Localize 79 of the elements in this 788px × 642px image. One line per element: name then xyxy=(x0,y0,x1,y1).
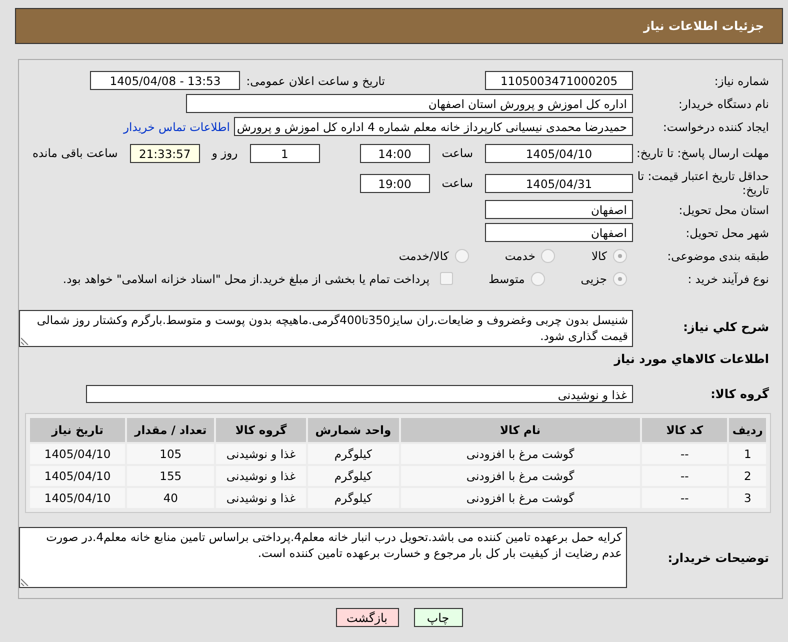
time-label: ساعت xyxy=(442,146,473,160)
table-cell: 1 xyxy=(729,444,766,464)
page-title: جزئیات اطلاعات نیاز xyxy=(643,19,764,33)
province-field: اصفهان xyxy=(485,200,633,219)
table-cell: کیلوگرم xyxy=(308,466,399,486)
deadline-time-field: 14:00 xyxy=(360,144,430,162)
section-title: اطلاعات کالاهاي مورد نياز xyxy=(614,352,770,366)
column-header: گروه کالا xyxy=(216,418,306,442)
column-header: واحد شمارش xyxy=(308,418,399,442)
table-cell: غذا و نوشیدنی xyxy=(216,444,306,464)
field-label: گروه کالا: xyxy=(710,386,770,401)
table-cell: 1405/04/10 xyxy=(30,488,126,508)
action-button[interactable]: چاپ xyxy=(414,608,462,628)
table-cell: 2 xyxy=(729,466,766,486)
radio-label: کالا xyxy=(591,248,607,262)
resize-grip-icon xyxy=(21,337,29,346)
checkbox[interactable] xyxy=(440,272,453,285)
column-header: کد کالا xyxy=(642,418,728,442)
column-header: ردیف xyxy=(729,418,766,442)
field-label: نوع فرآیند خرید : xyxy=(686,272,770,286)
column-header: نام کالا xyxy=(400,418,640,442)
days-field: 1 xyxy=(250,144,320,162)
goods-group-field: غذا و نوشیدنی xyxy=(86,384,633,403)
radio-label: کالا/خدمت xyxy=(398,248,449,262)
radio-button[interactable] xyxy=(454,248,469,262)
radio-button[interactable] xyxy=(613,272,627,286)
remaining-time-field: 21:33:57 xyxy=(130,144,200,162)
radio-button[interactable] xyxy=(530,272,545,286)
buyer-notes-field: کرایه حمل برعهده تامین کننده می باشد.تحویل درب انبار خانه معلم4.پرداختی براساس تامین منابع خانه معلم4.در صورت عدم رضایت از کیفیت بار کل بار مرجوع و خسارت برعهده تامین کننده است. xyxy=(19,527,627,588)
table-cell: غذا و نوشیدنی xyxy=(216,488,306,508)
table-cell: غذا و نوشیدنی xyxy=(216,466,306,486)
table-cell: 3 xyxy=(729,488,766,508)
field-label: ایجاد کننده درخواست: xyxy=(662,120,770,134)
days-label: روز و xyxy=(212,146,238,160)
requester-field: حمیدرضا محمدی نیسیانی کارپرداز خانه معلم شماره 4 اداره کل اموزش و پرورش xyxy=(234,117,633,136)
description-field: شنیسل بدون چربی وغضروف و ضایعات.ران سایز350تا400گرمی.ماهیچه بدون پوست و متوسط.بارگرم وکشتار روز شمالی قیمت گذاری شود. xyxy=(19,310,633,348)
table-cell: گوشت مرغ با افزودنی xyxy=(400,444,640,464)
action-button[interactable]: بازگشت xyxy=(336,608,398,628)
radio-button[interactable] xyxy=(541,248,556,262)
time-label: ساعت xyxy=(442,176,473,190)
validity-time-field: 19:00 xyxy=(360,174,430,192)
field-label: شرح کلي نياز: xyxy=(682,319,770,334)
field-label: استان محل تحویل: xyxy=(678,202,770,216)
table-cell: 1405/04/10 xyxy=(30,444,126,464)
table-cell: کیلوگرم xyxy=(308,444,399,464)
city-field: اصفهان xyxy=(485,223,633,242)
buyer-org-field: اداره کل اموزش و پرورش استان اصفهان xyxy=(186,94,633,113)
field-label: شماره نیاز: xyxy=(713,74,770,88)
radio-label: خدمت xyxy=(504,248,536,262)
table-cell: 155 xyxy=(127,466,214,486)
validity-date-field: 1405/04/31 xyxy=(485,174,633,192)
field-label: توضیحات خریدار: xyxy=(666,550,770,565)
radio-button[interactable] xyxy=(613,248,627,262)
table-cell: -- xyxy=(642,488,728,508)
field-label: شهر محل تحویل: xyxy=(684,226,770,240)
deadline-date-field: 1405/04/10 xyxy=(485,144,633,162)
table-cell: -- xyxy=(642,466,728,486)
field-label: طبقه بندی موضوعی: xyxy=(666,248,770,262)
checkbox-label: پرداخت تمام یا بخشی از مبلغ خرید.از محل "اسناد خزانه اسلامی" خواهد بود. xyxy=(62,272,430,286)
field-label: حداقل تاریخ اعتبار قیمت: تا تاریخ: xyxy=(636,168,770,198)
radio-label: متوسط xyxy=(488,272,525,286)
remaining-label: ساعت باقی مانده xyxy=(32,146,118,160)
table-cell: گوشت مرغ با افزودنی xyxy=(400,466,640,486)
table-cell: گوشت مرغ با افزودنی xyxy=(400,488,640,508)
field-label: نام دستگاه خریدار: xyxy=(677,96,770,110)
field-label: تاریخ و ساعت اعلان عمومی: xyxy=(246,74,385,88)
buyer-contact-link[interactable]: اطلاعات تماس خریدار xyxy=(123,120,230,134)
column-header: تعداد / مقدار xyxy=(127,418,214,442)
announce-date-field: 1405/04/08 - 13:53 xyxy=(90,71,240,90)
table-cell: کیلوگرم xyxy=(308,488,399,508)
field-label: مهلت ارسال پاسخ: تا تاریخ: xyxy=(635,146,770,160)
radio-label: جزیی xyxy=(580,272,607,286)
table-cell: 105 xyxy=(127,444,214,464)
table-cell: 1405/04/10 xyxy=(30,466,126,486)
table-cell: -- xyxy=(642,444,728,464)
column-header: تاریخ نیاز xyxy=(30,418,126,442)
resize-grip-icon xyxy=(21,578,29,586)
table-cell: 40 xyxy=(127,488,214,508)
need-number-field: 1105003471000205 xyxy=(485,71,633,90)
